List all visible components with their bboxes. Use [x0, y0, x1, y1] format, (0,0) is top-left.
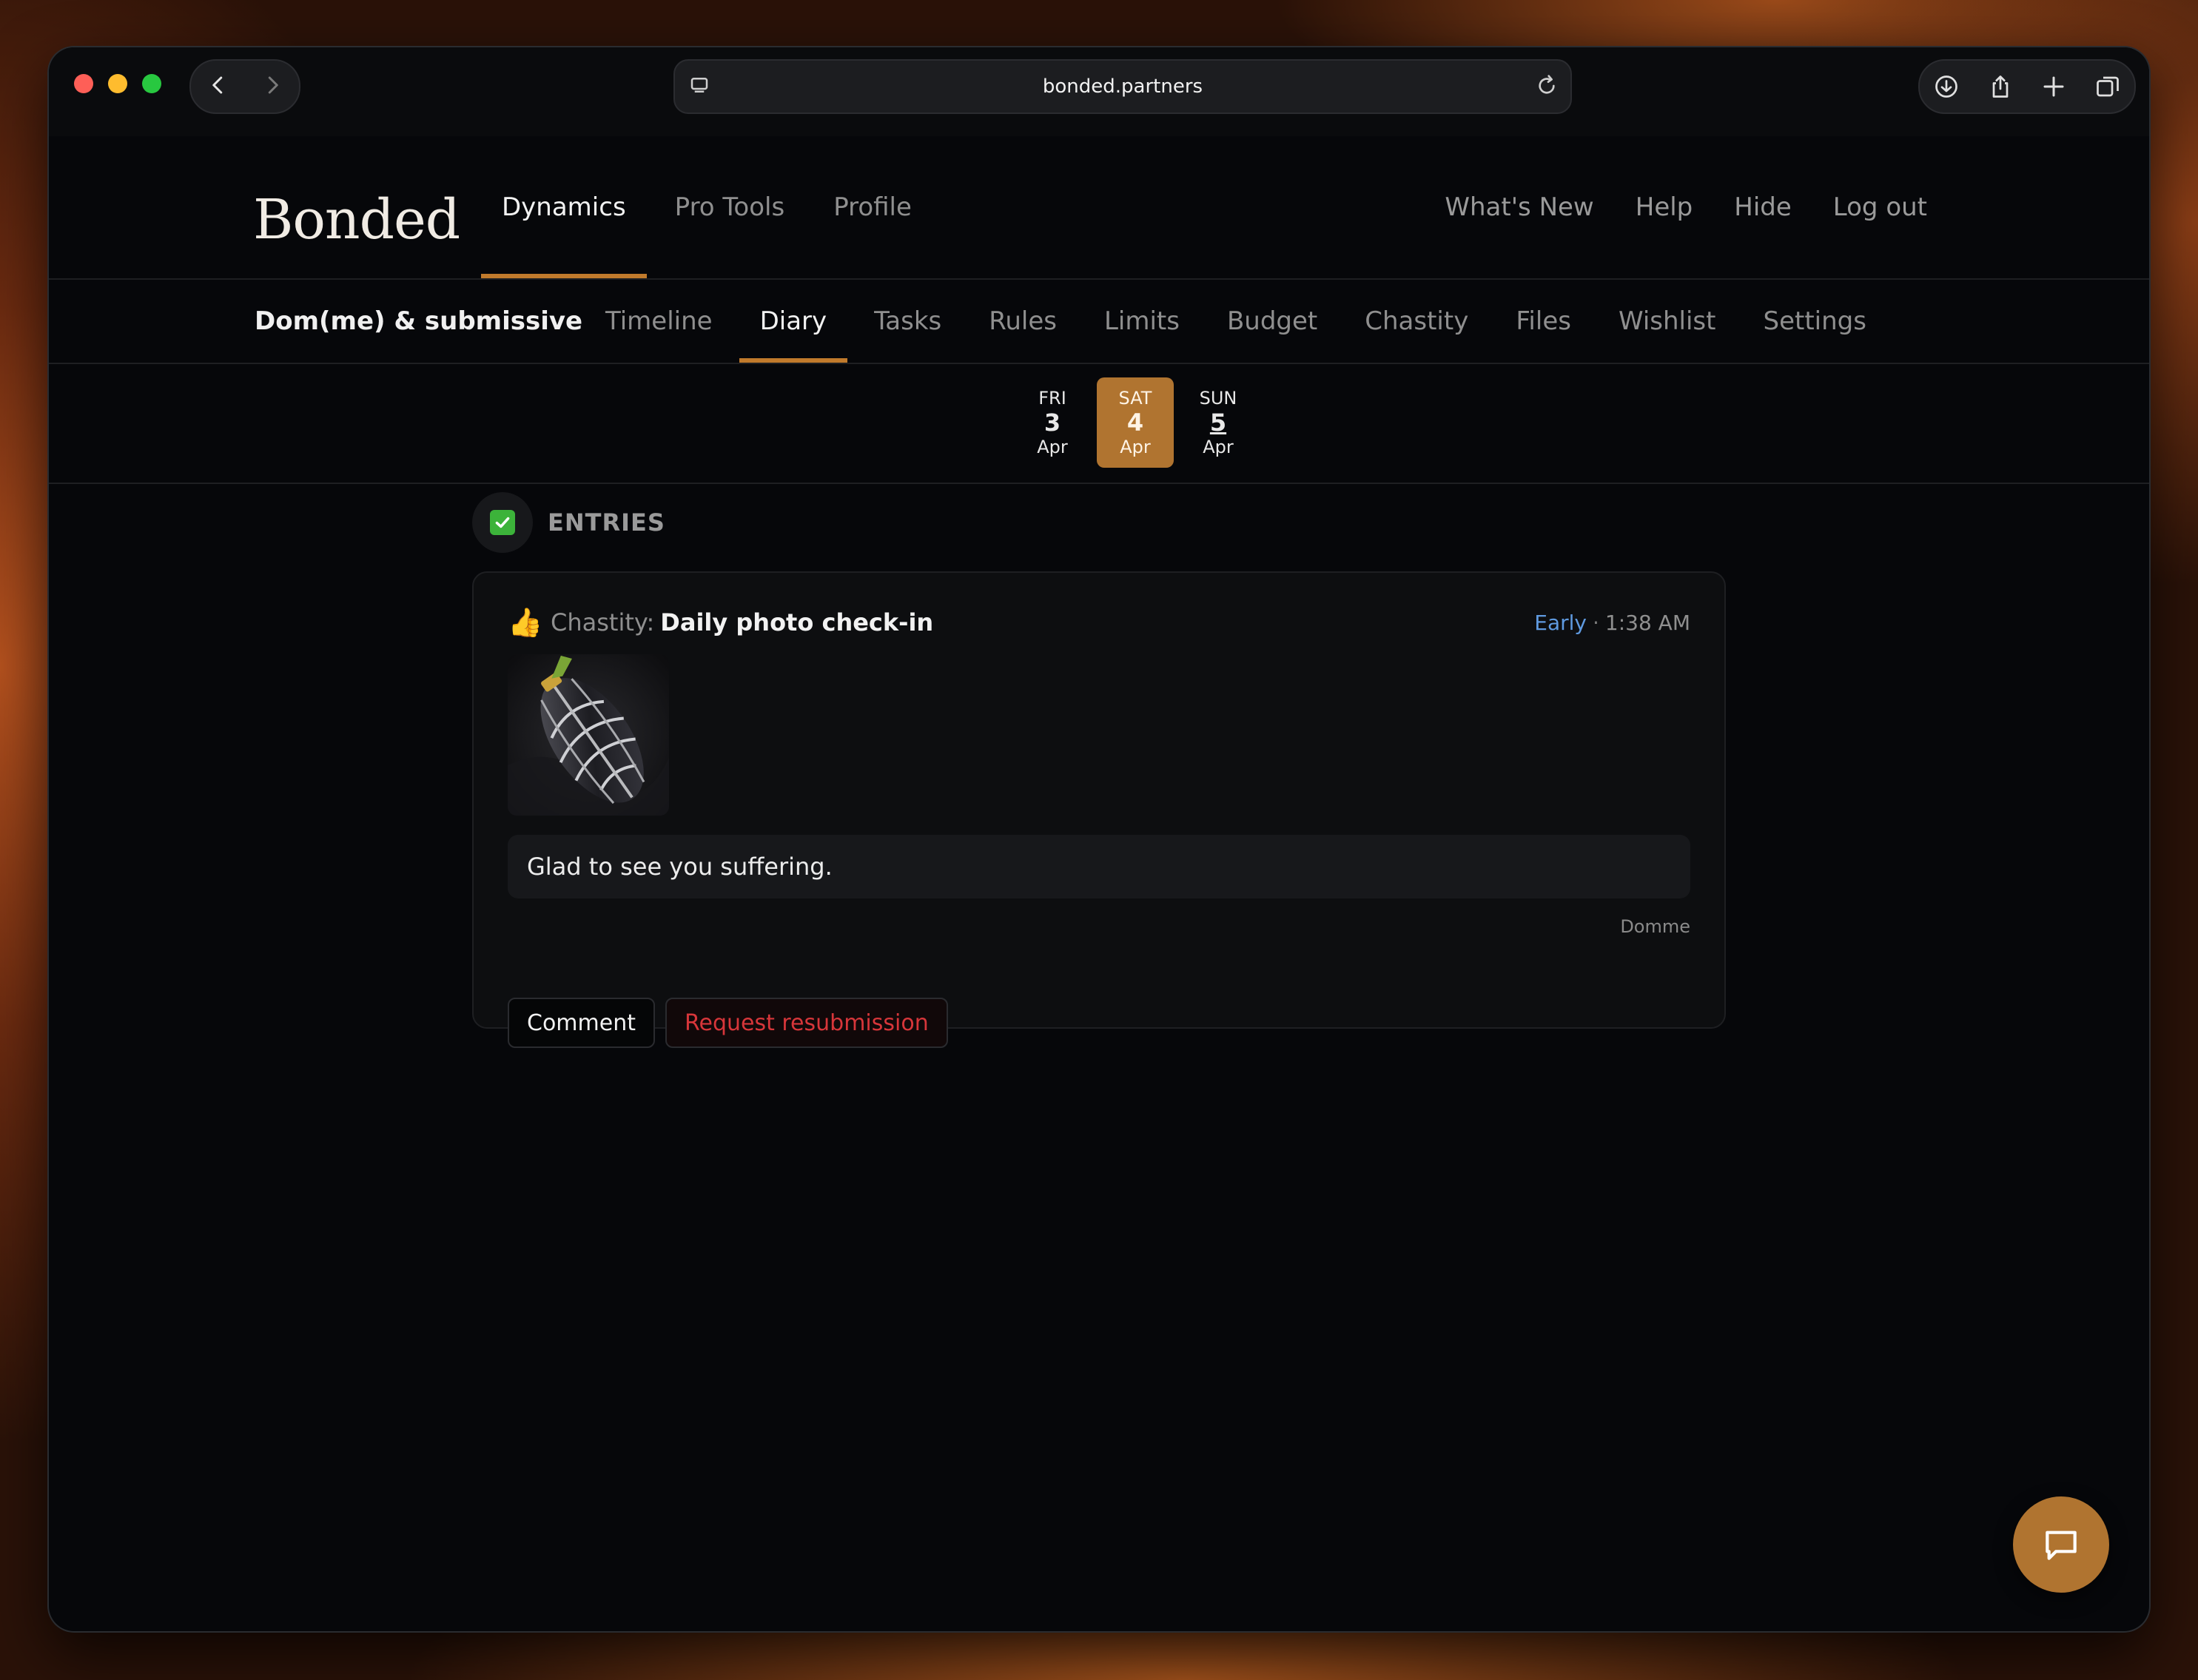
help-link[interactable]: Help — [1636, 192, 1693, 222]
checkmark-icon — [490, 510, 515, 535]
minimize-window-button[interactable] — [108, 74, 127, 93]
address-bar[interactable]: bonded.partners — [673, 59, 1572, 114]
month: Apr — [1037, 437, 1068, 457]
history-nav — [189, 59, 300, 114]
dynamic-title: Dom(me) & submissive — [255, 306, 583, 336]
day-number: 5 — [1209, 409, 1227, 437]
tab-chastity[interactable]: Chastity — [1344, 280, 1489, 363]
main-nav-profile[interactable]: Profile — [813, 136, 932, 278]
chastity-photo-image — [508, 654, 669, 816]
day-of-week: SAT — [1118, 388, 1152, 409]
meta-separator: · — [1593, 610, 1599, 635]
top-navigation: Bonded Dynamics Pro Tools Profile What's… — [49, 136, 2149, 280]
entry-category: Chastity: — [551, 608, 655, 636]
month: Apr — [1120, 437, 1151, 457]
entry-comment: Glad to see you suffering. — [508, 835, 1690, 898]
dynamic-tabs: Timeline Diary Tasks Rules Limits Budget… — [585, 280, 1893, 363]
comment-button[interactable]: Comment — [508, 998, 655, 1048]
tab-wishlist[interactable]: Wishlist — [1598, 280, 1737, 363]
plus-icon[interactable] — [2040, 73, 2067, 100]
date-sat-4[interactable]: SAT 4 Apr — [1097, 377, 1174, 468]
utility-nav: What's New Help Hide Log out — [1445, 136, 1927, 278]
tab-budget[interactable]: Budget — [1206, 280, 1338, 363]
back-button[interactable] — [207, 74, 229, 99]
close-window-button[interactable] — [74, 74, 93, 93]
main-nav: Dynamics Pro Tools Profile — [481, 136, 940, 278]
main-nav-pro-tools[interactable]: Pro Tools — [654, 136, 806, 278]
status-badge: Early — [1534, 610, 1587, 635]
tab-rules[interactable]: Rules — [968, 280, 1078, 363]
tabs-overview-icon[interactable] — [2094, 73, 2121, 100]
zoom-window-button[interactable] — [142, 74, 161, 93]
comment-author: Domme — [1620, 916, 1690, 937]
window-controls — [74, 74, 161, 93]
tab-diary[interactable]: Diary — [739, 280, 848, 363]
browser-actions — [1918, 59, 2136, 114]
entries-section-label: ENTRIES — [548, 508, 665, 537]
entry-task-title[interactable]: Daily photo check-in — [660, 608, 933, 636]
chevron-right-icon — [268, 76, 278, 94]
day-number: 3 — [1043, 409, 1061, 437]
entry-timestamp: 1:38 AM — [1604, 610, 1690, 635]
month: Apr — [1203, 437, 1234, 457]
url-text[interactable]: bonded.partners — [1043, 75, 1203, 98]
bonded-logo[interactable]: Bonded — [253, 192, 460, 247]
log-out-link[interactable]: Log out — [1833, 192, 1927, 222]
entry-meta: Early · 1:38 AM — [1534, 611, 1690, 635]
tab-timeline[interactable]: Timeline — [585, 280, 733, 363]
tab-limits[interactable]: Limits — [1083, 280, 1200, 363]
entry-actions: Comment Request resubmission — [508, 998, 948, 1048]
browser-window: bonded.partners Bonded Dynamics Pro Tool… — [49, 47, 2149, 1631]
date-picker: FRI 3 Apr SAT 4 Apr SUN 5 Apr — [1014, 377, 1263, 468]
entry-photo-thumbnail[interactable] — [508, 654, 669, 816]
reader-icon[interactable] — [688, 74, 710, 96]
share-icon[interactable] — [1987, 73, 2014, 100]
chevron-left-icon — [212, 76, 222, 94]
dynamic-subnav: Dom(me) & submissive Timeline Diary Task… — [49, 280, 2149, 364]
entries-header: ENTRIES — [472, 491, 665, 554]
entry-header: 👍 Chastity: Daily photo check-in Early ·… — [508, 602, 1690, 642]
chat-bubble-icon — [2046, 1531, 2077, 1560]
request-resubmission-button[interactable]: Request resubmission — [665, 998, 948, 1048]
day-of-week: FRI — [1038, 388, 1066, 409]
download-icon[interactable] — [1933, 73, 1960, 100]
thumbs-up-icon[interactable]: 👍 — [508, 606, 542, 639]
main-nav-dynamics[interactable]: Dynamics — [481, 136, 647, 278]
browser-toolbar: bonded.partners — [49, 47, 2149, 136]
tab-tasks[interactable]: Tasks — [853, 280, 962, 363]
comment-text: Glad to see you suffering. — [527, 853, 833, 881]
tab-files[interactable]: Files — [1495, 280, 1592, 363]
reload-icon[interactable] — [1535, 74, 1559, 98]
day-number: 4 — [1126, 409, 1144, 437]
forward-button[interactable] — [261, 74, 283, 99]
tab-settings[interactable]: Settings — [1742, 280, 1886, 363]
whats-new-link[interactable]: What's New — [1445, 192, 1593, 222]
day-of-week: SUN — [1199, 388, 1237, 409]
date-strip: FRI 3 Apr SAT 4 Apr SUN 5 Apr — [49, 364, 2149, 484]
hide-link[interactable]: Hide — [1734, 192, 1792, 222]
entries-badge — [472, 492, 533, 553]
date-sun-5[interactable]: SUN 5 Apr — [1180, 377, 1257, 468]
diary-entry-card: 👍 Chastity: Daily photo check-in Early ·… — [472, 571, 1726, 1048]
date-fri-3[interactable]: FRI 3 Apr — [1014, 377, 1091, 468]
chat-button[interactable] — [2013, 1496, 2109, 1593]
